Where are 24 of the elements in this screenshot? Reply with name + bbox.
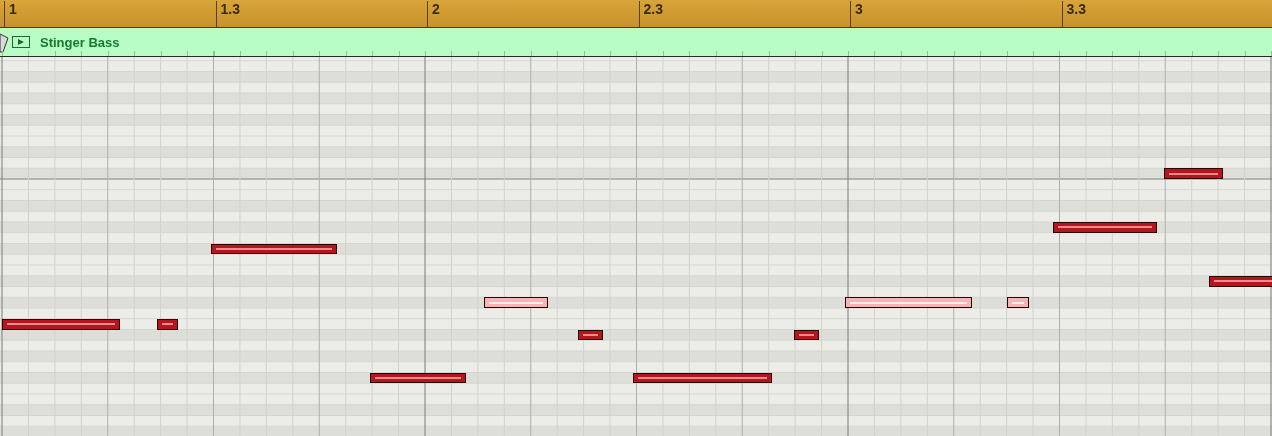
midi-note[interactable] [845, 297, 972, 308]
timeline-ruler[interactable]: 1 1.3 2 2.3 3 3.3 [0, 0, 1272, 28]
midi-note[interactable] [1164, 168, 1223, 179]
bar-label: 2.3 [638, 1, 663, 27]
region-header[interactable]: Stinger Bass [0, 28, 1272, 57]
midi-note[interactable] [1209, 275, 1272, 287]
bar-label: 2 [427, 1, 440, 27]
midi-note[interactable] [157, 318, 178, 330]
midi-note[interactable] [484, 297, 548, 308]
midi-note[interactable] [2, 318, 120, 330]
midi-note[interactable] [1007, 297, 1029, 308]
midi-note[interactable] [211, 243, 337, 255]
midi-note[interactable] [370, 372, 466, 384]
midi-note[interactable] [1053, 222, 1157, 233]
loop-handle-icon[interactable] [0, 32, 10, 54]
play-icon[interactable] [12, 36, 30, 48]
midi-note[interactable] [633, 372, 772, 384]
bar-label: 1 [4, 1, 17, 27]
midi-note[interactable] [578, 329, 603, 341]
region-name: Stinger Bass [40, 34, 120, 50]
bar-label: 3 [850, 1, 863, 27]
midi-note[interactable] [794, 329, 819, 341]
bar-label: 1.3 [215, 1, 240, 27]
bar-label: 3.3 [1061, 1, 1086, 27]
